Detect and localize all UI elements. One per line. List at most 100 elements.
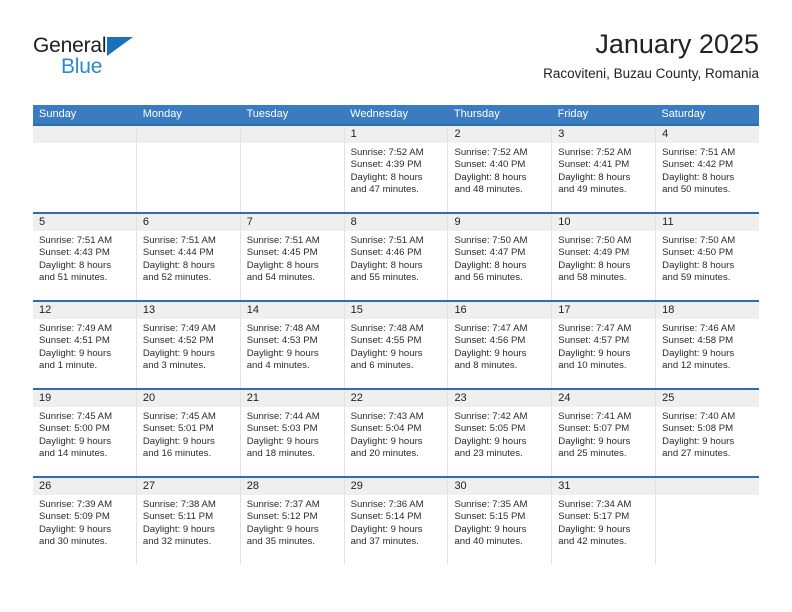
day-cell[interactable]: 19 Sunrise: 7:45 AM Sunset: 5:00 PM Dayl… xyxy=(33,390,137,476)
day-details: Sunrise: 7:51 AM Sunset: 4:43 PM Dayligh… xyxy=(33,231,136,285)
weekday-header-tuesday: Tuesday xyxy=(246,108,289,120)
daylight-text-line2: and 4 minutes. xyxy=(246,360,310,372)
day-details: Sunrise: 7:51 AM Sunset: 4:42 PM Dayligh… xyxy=(656,143,759,197)
day-cell[interactable]: 17 Sunrise: 7:47 AM Sunset: 4:57 PM Dayl… xyxy=(552,302,657,388)
day-details: Sunrise: 7:47 AM Sunset: 4:57 PM Dayligh… xyxy=(552,319,655,373)
weekday-header-thursday: Thursday xyxy=(453,108,500,120)
day-cell[interactable]: 3 Sunrise: 7:52 AM Sunset: 4:41 PM Dayli… xyxy=(552,126,657,212)
day-cell[interactable]: 27 Sunrise: 7:38 AM Sunset: 5:11 PM Dayl… xyxy=(136,478,241,564)
sunrise-text: Sunrise: 7:43 AM xyxy=(350,411,424,422)
daylight-text-line1: Daylight: 8 hours xyxy=(662,259,735,271)
sunrise-text: Sunrise: 7:52 AM xyxy=(558,147,632,158)
day-cell[interactable]: 30 Sunrise: 7:35 AM Sunset: 5:15 PM Dayl… xyxy=(448,478,553,564)
day-cell[interactable]: 11 Sunrise: 7:50 AM Sunset: 4:50 PM Dayl… xyxy=(656,214,760,300)
sunset-text: Sunset: 4:51 PM xyxy=(39,335,110,347)
daylight-text-line2: and 14 minutes. xyxy=(39,448,108,460)
day-cell[interactable]: 18 Sunrise: 7:46 AM Sunset: 4:58 PM Dayl… xyxy=(656,302,760,388)
day-number: 2 xyxy=(448,126,552,143)
sunset-text: Sunset: 4:47 PM xyxy=(454,247,526,259)
sunset-text: Sunset: 4:56 PM xyxy=(454,335,526,347)
daylight-text-line1: Daylight: 8 hours xyxy=(350,259,423,271)
day-cell[interactable]: 16 Sunrise: 7:47 AM Sunset: 4:56 PM Dayl… xyxy=(448,302,553,388)
daylight-text-line2: and 8 minutes. xyxy=(454,360,518,372)
calendar-grid: Sunday Monday Tuesday Wednesday Thursday… xyxy=(33,105,760,564)
generalblue-logo: General Blue xyxy=(33,34,233,86)
sunset-text: Sunset: 5:11 PM xyxy=(142,511,214,523)
day-cell[interactable]: 24 Sunrise: 7:41 AM Sunset: 5:07 PM Dayl… xyxy=(552,390,657,476)
day-cell[interactable] xyxy=(136,126,241,212)
daylight-text-line2: and 37 minutes. xyxy=(350,536,419,548)
day-number: 24 xyxy=(552,390,656,407)
day-cell[interactable]: 29 Sunrise: 7:36 AM Sunset: 5:14 PM Dayl… xyxy=(344,478,449,564)
day-cell[interactable]: 13 Sunrise: 7:49 AM Sunset: 4:52 PM Dayl… xyxy=(136,302,241,388)
day-cell[interactable] xyxy=(656,478,760,564)
day-cell[interactable]: 10 Sunrise: 7:50 AM Sunset: 4:49 PM Dayl… xyxy=(552,214,657,300)
day-number: 5 xyxy=(33,214,136,231)
day-cell[interactable]: 20 Sunrise: 7:45 AM Sunset: 5:01 PM Dayl… xyxy=(136,390,241,476)
daylight-text-line1: Daylight: 8 hours xyxy=(558,259,631,271)
day-cell[interactable]: 31 Sunrise: 7:34 AM Sunset: 5:17 PM Dayl… xyxy=(552,478,657,564)
day-cell[interactable]: 14 Sunrise: 7:48 AM Sunset: 4:53 PM Dayl… xyxy=(240,302,345,388)
day-details: Sunrise: 7:51 AM Sunset: 4:44 PM Dayligh… xyxy=(137,231,240,285)
daylight-text-line2: and 40 minutes. xyxy=(454,536,523,548)
day-cell[interactable]: 7 Sunrise: 7:51 AM Sunset: 4:45 PM Dayli… xyxy=(240,214,345,300)
day-cell[interactable]: 28 Sunrise: 7:37 AM Sunset: 5:12 PM Dayl… xyxy=(240,478,345,564)
day-cell[interactable]: 15 Sunrise: 7:48 AM Sunset: 4:55 PM Dayl… xyxy=(344,302,449,388)
sunset-text: Sunset: 5:14 PM xyxy=(350,511,422,523)
day-number: 12 xyxy=(33,302,136,319)
sunset-text: Sunset: 5:05 PM xyxy=(454,423,526,435)
daylight-text-line1: Daylight: 9 hours xyxy=(558,347,631,359)
daylight-text-line1: Daylight: 9 hours xyxy=(662,435,735,447)
day-cell[interactable]: 8 Sunrise: 7:51 AM Sunset: 4:46 PM Dayli… xyxy=(344,214,449,300)
daylight-text-line2: and 25 minutes. xyxy=(558,448,627,460)
daylight-text-line1: Daylight: 8 hours xyxy=(662,171,735,183)
daylight-text-line2: and 3 minutes. xyxy=(142,360,206,372)
sunset-text: Sunset: 4:50 PM xyxy=(662,247,734,259)
daylight-text-line2: and 35 minutes. xyxy=(246,536,315,548)
sunset-text: Sunset: 4:40 PM xyxy=(454,159,526,171)
weekday-header-row: Sunday Monday Tuesday Wednesday Thursday… xyxy=(33,105,759,124)
day-cell[interactable]: 5 Sunrise: 7:51 AM Sunset: 4:43 PM Dayli… xyxy=(33,214,137,300)
day-number: 6 xyxy=(136,214,240,231)
daylight-text-line1: Daylight: 9 hours xyxy=(246,347,319,359)
day-cell[interactable]: 23 Sunrise: 7:42 AM Sunset: 5:05 PM Dayl… xyxy=(448,390,553,476)
sunset-text: Sunset: 4:39 PM xyxy=(350,159,422,171)
sunrise-text: Sunrise: 7:47 AM xyxy=(558,323,632,334)
sunrise-text: Sunrise: 7:51 AM xyxy=(350,235,424,246)
day-details: Sunrise: 7:42 AM Sunset: 5:05 PM Dayligh… xyxy=(448,407,551,461)
sunrise-text: Sunrise: 7:47 AM xyxy=(454,323,528,334)
day-number: 26 xyxy=(33,478,136,495)
daylight-text-line2: and 1 minute. xyxy=(39,360,98,372)
sunrise-text: Sunrise: 7:52 AM xyxy=(454,147,528,158)
day-number: 27 xyxy=(136,478,240,495)
day-cell[interactable] xyxy=(240,126,345,212)
sunset-text: Sunset: 4:45 PM xyxy=(246,247,318,259)
day-cell[interactable]: 25 Sunrise: 7:40 AM Sunset: 5:08 PM Dayl… xyxy=(656,390,760,476)
day-cell[interactable]: 6 Sunrise: 7:51 AM Sunset: 4:44 PM Dayli… xyxy=(136,214,241,300)
day-details xyxy=(656,495,759,499)
sunrise-text: Sunrise: 7:50 AM xyxy=(454,235,528,246)
day-cell[interactable]: 9 Sunrise: 7:50 AM Sunset: 4:47 PM Dayli… xyxy=(448,214,553,300)
day-details xyxy=(241,143,344,147)
day-cell[interactable]: 2 Sunrise: 7:52 AM Sunset: 4:40 PM Dayli… xyxy=(448,126,553,212)
day-cell[interactable]: 4 Sunrise: 7:51 AM Sunset: 4:42 PM Dayli… xyxy=(656,126,760,212)
daylight-text-line1: Daylight: 9 hours xyxy=(662,347,735,359)
day-details: Sunrise: 7:40 AM Sunset: 5:08 PM Dayligh… xyxy=(656,407,759,461)
sunset-text: Sunset: 4:42 PM xyxy=(662,159,734,171)
day-cell[interactable]: 12 Sunrise: 7:49 AM Sunset: 4:51 PM Dayl… xyxy=(33,302,137,388)
day-number: 29 xyxy=(344,478,448,495)
day-cell[interactable]: 22 Sunrise: 7:43 AM Sunset: 5:04 PM Dayl… xyxy=(344,390,449,476)
daylight-text-line1: Daylight: 9 hours xyxy=(142,347,215,359)
page-subtitle: Racoviteni, Buzau County, Romania xyxy=(543,66,759,81)
sunset-text: Sunset: 4:43 PM xyxy=(39,247,110,259)
daylight-text-line2: and 16 minutes. xyxy=(142,448,212,460)
daylight-text-line1: Daylight: 9 hours xyxy=(39,435,111,447)
sunrise-text: Sunrise: 7:51 AM xyxy=(39,235,113,246)
daylight-text-line1: Daylight: 9 hours xyxy=(142,523,215,535)
day-cell[interactable]: 21 Sunrise: 7:44 AM Sunset: 5:03 PM Dayl… xyxy=(240,390,345,476)
day-cell[interactable] xyxy=(33,126,137,212)
sunset-text: Sunset: 5:15 PM xyxy=(454,511,526,523)
day-cell[interactable]: 26 Sunrise: 7:39 AM Sunset: 5:09 PM Dayl… xyxy=(33,478,137,564)
day-details: Sunrise: 7:51 AM Sunset: 4:46 PM Dayligh… xyxy=(345,231,448,285)
day-cell[interactable]: 1 Sunrise: 7:52 AM Sunset: 4:39 PM Dayli… xyxy=(344,126,449,212)
